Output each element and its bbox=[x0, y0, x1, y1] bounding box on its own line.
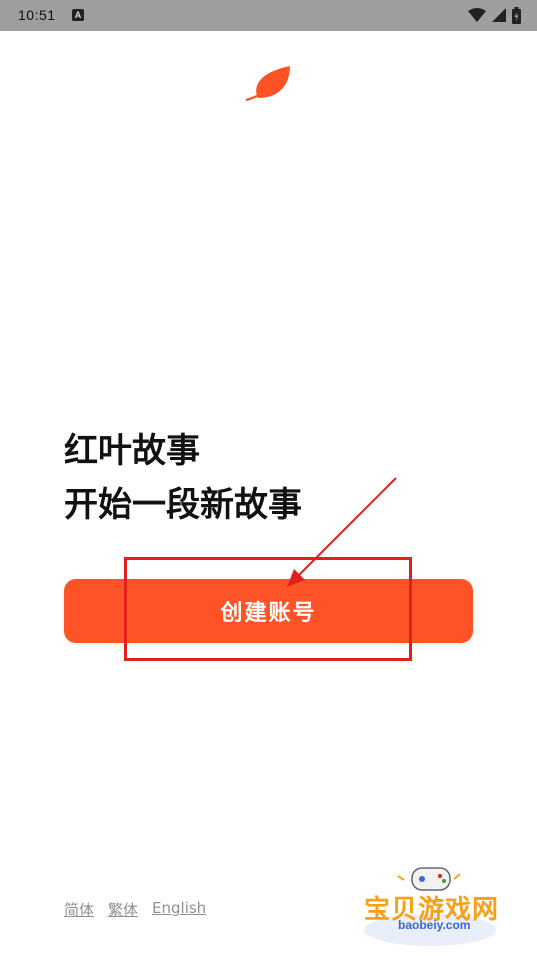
a-notification-icon: A bbox=[72, 9, 84, 21]
status-time: 10:51 bbox=[18, 7, 56, 23]
app-name-heading: 红叶故事 bbox=[64, 431, 200, 471]
battery-icon bbox=[512, 6, 521, 24]
lang-english-link[interactable]: English bbox=[152, 899, 206, 920]
cellular-signal-icon bbox=[492, 8, 506, 22]
lang-traditional-link[interactable]: 繁体 bbox=[108, 899, 138, 920]
create-account-button[interactable]: 创建账号 bbox=[64, 579, 473, 643]
leaf-icon bbox=[246, 66, 290, 102]
lang-simplified-link[interactable]: 简体 bbox=[64, 899, 94, 920]
annotation-arrow-icon bbox=[287, 477, 397, 587]
watermark-url: baobeiy.com bbox=[398, 918, 471, 932]
tagline-heading: 开始一段新故事 bbox=[64, 485, 302, 525]
system-icons bbox=[468, 6, 521, 24]
language-switcher: 简体 繁体 English bbox=[64, 899, 206, 920]
watermark: 宝贝游戏网 baobeiy.com bbox=[358, 860, 518, 950]
status-bar: 10:51 A bbox=[0, 0, 537, 31]
wifi-icon bbox=[468, 8, 486, 22]
